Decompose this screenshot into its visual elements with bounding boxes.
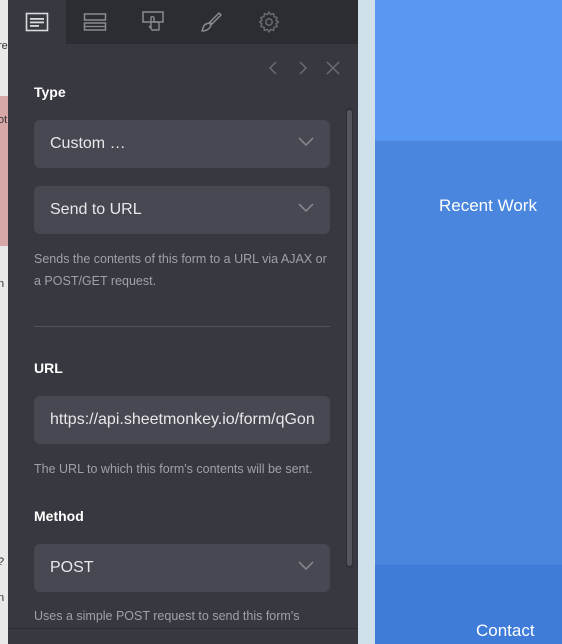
chevron-down-icon (298, 561, 314, 571)
tab-settings[interactable] (240, 0, 298, 44)
canvas-gutter (358, 0, 375, 644)
background-text-fragment: ? (0, 556, 4, 568)
close-icon (326, 61, 340, 75)
form-settings-icon (25, 12, 49, 32)
scrollbar-thumb[interactable] (347, 110, 352, 566)
url-input[interactable]: https://api.sheetmonkey.io/form/qGon (34, 396, 330, 444)
background-text-fragment: n (0, 278, 5, 290)
panel-bottom-border (8, 628, 358, 629)
chevron-right-icon (299, 61, 308, 75)
background-page-sliver: re ot n ? n (0, 0, 8, 644)
form-type-select-value: Custom … (50, 135, 126, 152)
layout-icon (83, 13, 107, 31)
method-label: Method (34, 508, 84, 524)
section-divider (34, 326, 330, 327)
submit-action-select[interactable]: Send to URL (34, 186, 330, 234)
method-help-text: Uses a simple POST request to send this … (34, 609, 300, 623)
form-settings-panel: Type Custom … Send to URL Sends the cont… (8, 0, 358, 644)
url-help-text: The URL to which this form's contents wi… (34, 462, 313, 476)
close-button[interactable] (323, 58, 343, 78)
panel-tab-bar (8, 0, 358, 44)
previous-button[interactable] (263, 58, 283, 78)
type-help-text: Sends the contents of this form to a URL… (34, 252, 327, 288)
tab-form-settings[interactable] (8, 0, 66, 44)
submit-action-select-value: Send to URL (50, 201, 142, 218)
contact-link[interactable]: Contact (476, 621, 535, 641)
method-select[interactable]: POST (34, 544, 330, 592)
url-input-value: https://api.sheetmonkey.io/form/qGon (50, 411, 315, 428)
chevron-left-icon (268, 61, 277, 75)
method-select-value: POST (50, 559, 94, 576)
gear-icon (258, 11, 280, 33)
background-text-fragment: re (0, 40, 8, 52)
background-text-fragment: n (0, 592, 5, 604)
form-type-select[interactable]: Custom … (34, 120, 330, 168)
background-text-fragment: ot (0, 114, 8, 126)
next-button[interactable] (293, 58, 313, 78)
tab-interactions[interactable] (124, 0, 182, 44)
chevron-down-icon (298, 203, 314, 213)
interaction-icon (142, 11, 164, 31)
chevron-down-icon (298, 137, 314, 147)
preview-header-block (375, 0, 562, 141)
recent-work-link[interactable]: Recent Work (439, 196, 537, 216)
tab-layout[interactable] (66, 0, 124, 44)
type-label: Type (34, 84, 66, 100)
tab-style[interactable] (182, 0, 240, 44)
url-label: URL (34, 360, 63, 376)
page-preview: Recent Work Contact (375, 0, 562, 644)
style-brush-icon (201, 12, 222, 32)
